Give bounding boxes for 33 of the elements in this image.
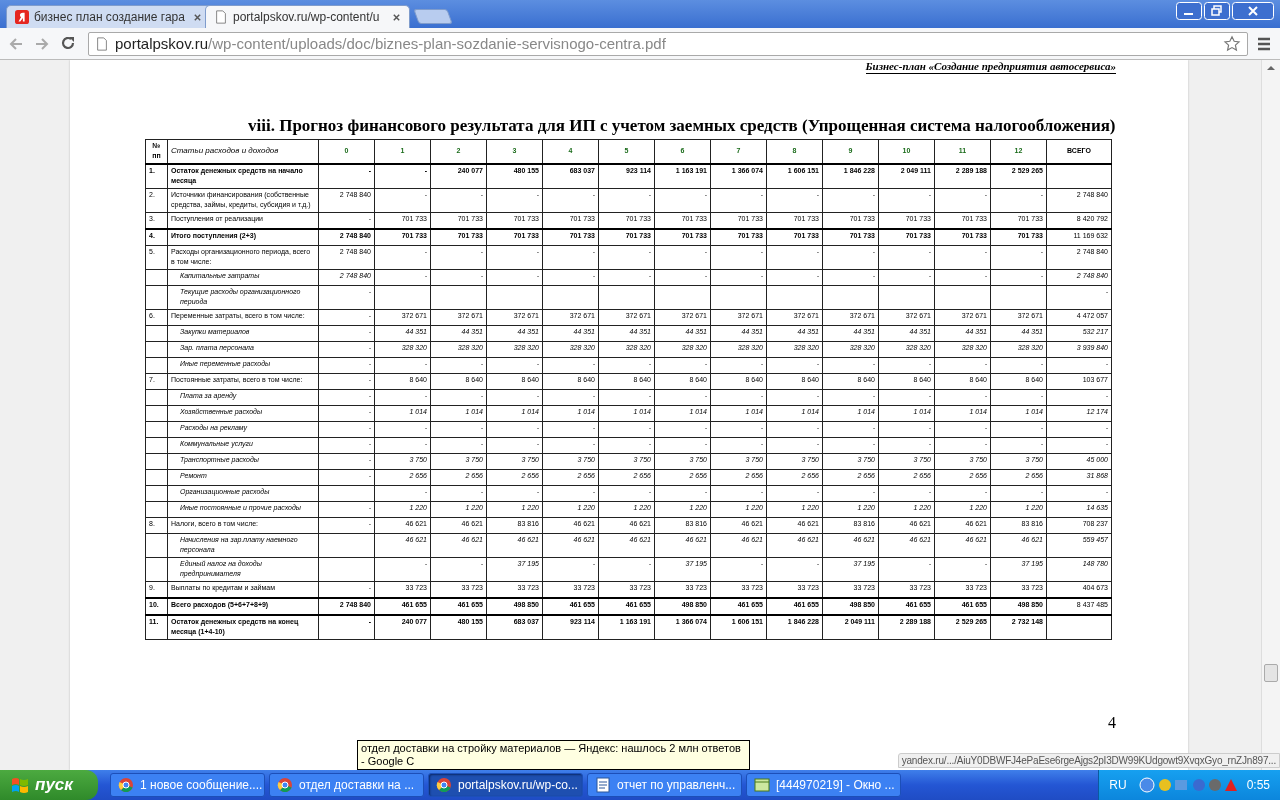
yandex-icon (15, 10, 29, 24)
scroll-thumb[interactable] (1264, 664, 1278, 682)
window-icon (754, 777, 770, 793)
windows-flag-icon (10, 775, 30, 795)
status-url: yandex.ru/.../AiuY0DBWFJ4ePaEse6rgeAjgs2pI3DW99KUdgowt9XvqxGyo_rnZJn897... (897, 753, 1280, 768)
browser-icon (277, 777, 293, 793)
taskbar-item[interactable]: отдел доставки на ... (269, 773, 424, 797)
column-header: Статьи расходов и доходов (167, 139, 319, 164)
minimize-icon[interactable] (1176, 2, 1202, 20)
tooltip: отдел доставки на стройку материалов — Яндекс: нашлось 2 млн ответов - Google C (357, 740, 750, 770)
new-tab-button[interactable] (413, 9, 453, 24)
page-number: 4 (1108, 714, 1116, 732)
address-field[interactable]: portalpskov.ru/wp-content/uploads/doc/biznes-plan-sozdanie-servisnogo-centra.pdf (88, 31, 1248, 56)
close-icon[interactable] (193, 12, 202, 22)
star-icon[interactable] (1223, 34, 1241, 53)
document-title: viii. Прогноз финансового результата для ИП с учетом заемных средств (Упрощенная система налогообложения) (248, 116, 1116, 135)
language-indicator[interactable]: RU (1109, 778, 1127, 792)
browser-tab[interactable]: portalpskov.ru/wp-content/u (205, 5, 410, 28)
document-icon (595, 777, 611, 793)
taskbar-item[interactable]: portalpskov.ru/wp-co... (428, 773, 583, 797)
clock: 0:55 (1246, 778, 1270, 792)
page-icon (214, 10, 228, 24)
running-header: Бизнес-план «Создание предприятия автосервиса» (865, 60, 1116, 74)
browser-icon (118, 777, 134, 793)
close-icon[interactable] (392, 12, 401, 22)
taskbar-item[interactable]: отчет по управленч... (587, 773, 742, 797)
restore-icon[interactable] (1204, 2, 1230, 20)
taskbar-item[interactable]: [444970219] - Окно ... (746, 773, 901, 797)
tray-icons-drawing[interactable] (1138, 777, 1239, 793)
page-icon (95, 36, 109, 51)
taskbar-item[interactable]: 1 новое сообщение.... (110, 773, 265, 797)
browser-icon (436, 777, 452, 793)
start-button[interactable]: пуск (0, 770, 98, 800)
